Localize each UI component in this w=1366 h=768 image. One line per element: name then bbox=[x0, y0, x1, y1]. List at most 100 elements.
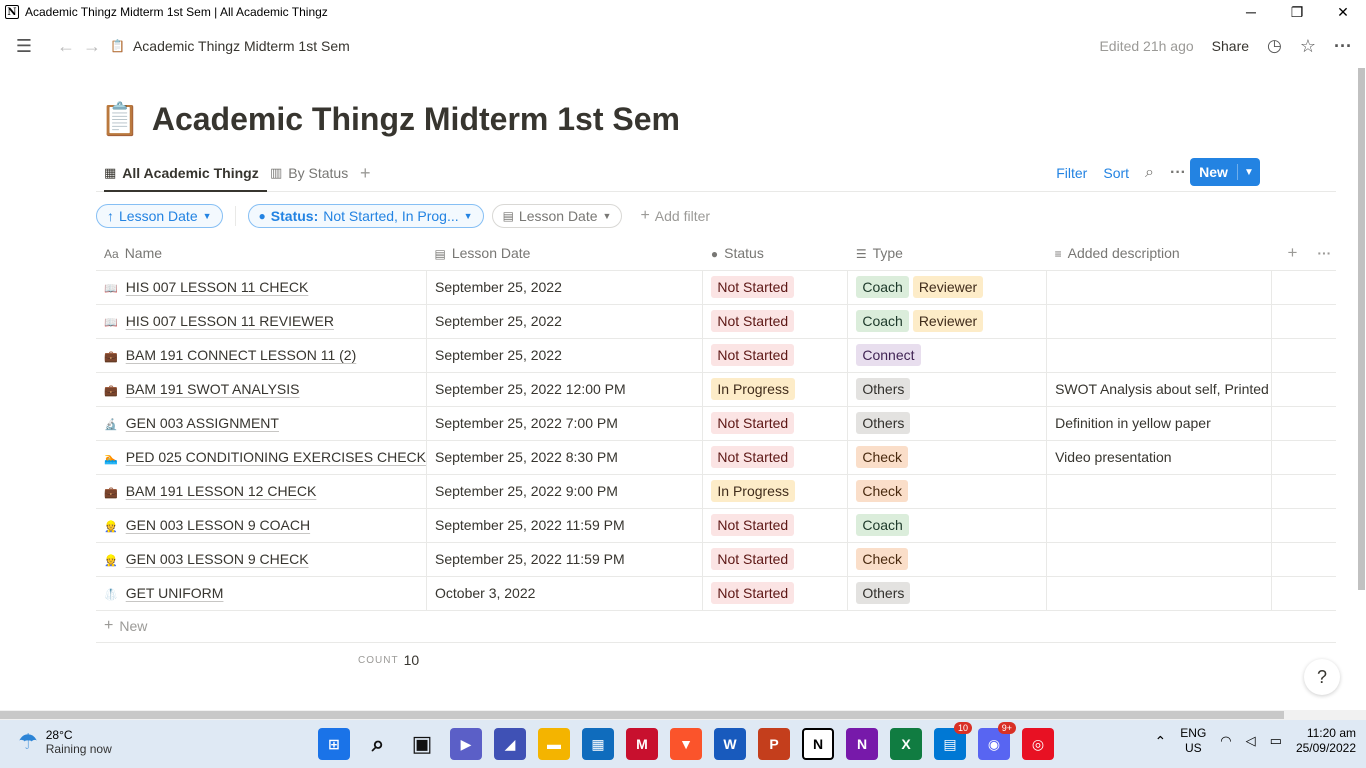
row-name[interactable]: GEN 003 LESSON 9 CHECK bbox=[126, 551, 309, 567]
table-row[interactable]: 💼 BAM 191 SWOT ANALYSIS September 25, 2022… bbox=[96, 372, 1336, 407]
search-icon[interactable]: ⌕ bbox=[1145, 164, 1154, 182]
cell-status[interactable]: Not Started bbox=[702, 576, 849, 611]
recorder-icon[interactable]: ◎ bbox=[1022, 728, 1054, 760]
cell-lesson-date[interactable]: September 25, 2022 bbox=[426, 304, 704, 339]
cell-name[interactable]: 📖 HIS 007 LESSON 11 CHECK bbox=[96, 270, 427, 305]
row-name[interactable]: PED 025 CONDITIONING EXERCISES CHECK bbox=[126, 449, 426, 465]
cell-added-description[interactable] bbox=[1046, 576, 1273, 611]
cell-name[interactable]: 💼 BAM 191 SWOT ANALYSIS bbox=[96, 372, 427, 407]
maximize-button[interactable]: ❐ bbox=[1274, 0, 1320, 24]
status-filter-pill[interactable]: ● Status: Not Started, In Prog... ▼ bbox=[247, 204, 484, 228]
messaging-icon[interactable]: ▤ 10 bbox=[934, 722, 972, 760]
row-name[interactable]: GEN 003 ASSIGNMENT bbox=[126, 415, 279, 431]
cell-type[interactable]: Check bbox=[847, 542, 1048, 577]
cell-lesson-date[interactable]: September 25, 2022 11:59 PM bbox=[426, 508, 704, 543]
cell-type[interactable]: Connect bbox=[847, 338, 1048, 373]
cell-added-description[interactable]: Video presentation bbox=[1046, 440, 1273, 475]
table-row[interactable]: 💼 BAM 191 CONNECT LESSON 11 (2) September … bbox=[96, 338, 1336, 373]
cell-type[interactable]: Coach Reviewer bbox=[847, 304, 1048, 339]
vscode-icon[interactable]: ◢ bbox=[494, 728, 526, 760]
close-button[interactable]: ✕ bbox=[1320, 0, 1366, 24]
cell-added-description[interactable] bbox=[1046, 304, 1273, 339]
row-name[interactable]: HIS 007 LESSON 11 CHECK bbox=[126, 279, 309, 295]
cell-lesson-date[interactable]: September 25, 2022 9:00 PM bbox=[426, 474, 704, 509]
mcafee-icon[interactable]: M bbox=[626, 728, 658, 760]
cell-status[interactable]: Not Started bbox=[702, 508, 849, 543]
cell-status[interactable]: In Progress bbox=[702, 372, 849, 407]
help-button[interactable]: ? bbox=[1304, 659, 1340, 695]
sort-pill[interactable]: ↑ Lesson Date ▼ bbox=[96, 204, 223, 228]
chat-icon[interactable]: ▶ bbox=[450, 728, 482, 760]
view-more-icon[interactable]: ··· bbox=[1170, 164, 1186, 182]
column-more-icon[interactable]: ··· bbox=[1317, 245, 1331, 261]
add-view-button[interactable]: + bbox=[360, 156, 371, 190]
vertical-scrollbar-thumb[interactable] bbox=[1358, 68, 1365, 590]
filter-button[interactable]: Filter bbox=[1056, 165, 1087, 181]
cell-type[interactable]: Check bbox=[847, 440, 1048, 475]
table-row[interactable]: 🔬 GEN 003 ASSIGNMENT September 25, 2022 7:… bbox=[96, 406, 1336, 441]
add-property-icon[interactable]: + bbox=[1288, 243, 1298, 262]
onenote-icon[interactable]: N bbox=[846, 728, 878, 760]
cell-name[interactable]: 💼 BAM 191 LESSON 12 CHECK bbox=[96, 474, 427, 509]
notion-icon[interactable]: N bbox=[802, 728, 834, 760]
sidebar-menu-icon[interactable]: ☰ bbox=[12, 36, 36, 57]
word-icon[interactable]: W bbox=[714, 728, 746, 760]
cell-added-description[interactable]: SWOT Analysis about self, Printed bbox=[1046, 372, 1273, 407]
table-row[interactable]: 👷 GEN 003 LESSON 9 COACH September 25, 202… bbox=[96, 508, 1336, 543]
row-name[interactable]: BAM 191 CONNECT LESSON 11 (2) bbox=[126, 347, 357, 363]
cell-name[interactable]: 📖 HIS 007 LESSON 11 REVIEWER bbox=[96, 304, 427, 339]
cell-name[interactable]: 🥼 GET UNIFORM bbox=[96, 576, 427, 611]
windows-start-icon[interactable]: ⊞ bbox=[318, 728, 350, 760]
cell-type[interactable]: Check bbox=[847, 474, 1048, 509]
cell-status[interactable]: Not Started bbox=[702, 542, 849, 577]
cell-type[interactable]: Others bbox=[847, 576, 1048, 611]
horizontal-scrollbar-thumb[interactable] bbox=[0, 711, 1284, 719]
column-header-added-description[interactable]: ≡ Added description bbox=[1046, 236, 1272, 271]
cell-name[interactable]: 🏊 PED 025 CONDITIONING EXERCISES CHECK bbox=[96, 440, 427, 475]
cell-added-description[interactable] bbox=[1046, 474, 1273, 509]
sort-button[interactable]: Sort bbox=[1103, 165, 1129, 181]
cell-lesson-date[interactable]: September 25, 2022 8:30 PM bbox=[426, 440, 704, 475]
language-indicator[interactable]: ENG US bbox=[1180, 726, 1206, 756]
store-icon[interactable]: ▦ bbox=[582, 728, 614, 760]
more-options-icon[interactable]: ··· bbox=[1334, 36, 1352, 57]
row-name[interactable]: GET UNIFORM bbox=[126, 585, 224, 601]
cell-added-description[interactable] bbox=[1046, 542, 1273, 577]
back-arrow-icon[interactable]: ← bbox=[54, 36, 78, 57]
table-row[interactable]: 👷 GEN 003 LESSON 9 CHECK September 25, 202… bbox=[96, 542, 1336, 577]
add-filter-button[interactable]: + Add filter bbox=[630, 204, 720, 228]
cell-added-description[interactable] bbox=[1046, 338, 1273, 373]
tab-by-status[interactable]: ▥ By Status bbox=[270, 156, 348, 190]
volume-icon[interactable]: ◁ bbox=[1246, 733, 1256, 749]
tab-all-academic-thingz[interactable]: ▦ All Academic Thingz bbox=[104, 156, 267, 192]
discord-icon[interactable]: ◉ 9+ bbox=[978, 722, 1016, 760]
page-title-text[interactable]: Academic Thingz Midterm 1st Sem bbox=[152, 101, 680, 138]
breadcrumb[interactable]: Academic Thingz Midterm 1st Sem bbox=[133, 38, 350, 54]
search-icon[interactable]: ⌕ bbox=[362, 728, 394, 760]
weather-widget[interactable]: ☂ 28°C Raining now bbox=[18, 728, 112, 756]
history-clock-icon[interactable]: ◷ bbox=[1267, 36, 1282, 56]
cell-lesson-date[interactable]: October 3, 2022 bbox=[426, 576, 704, 611]
brave-icon[interactable]: ▼ bbox=[670, 728, 702, 760]
cell-name[interactable]: 👷 GEN 003 LESSON 9 CHECK bbox=[96, 542, 427, 577]
row-name[interactable]: BAM 191 SWOT ANALYSIS bbox=[126, 381, 300, 397]
share-button[interactable]: Share bbox=[1212, 38, 1249, 54]
cell-added-description[interactable]: Definition in yellow paper bbox=[1046, 406, 1273, 441]
battery-icon[interactable]: ▭ bbox=[1270, 733, 1282, 749]
page-title[interactable]: 📋 Academic Thingz Midterm 1st Sem bbox=[100, 100, 680, 138]
cell-lesson-date[interactable]: September 25, 2022 12:00 PM bbox=[426, 372, 704, 407]
table-row[interactable]: 📖 HIS 007 LESSON 11 CHECK September 25, 20… bbox=[96, 270, 1336, 305]
cell-lesson-date[interactable]: September 25, 2022 bbox=[426, 338, 704, 373]
cell-name[interactable]: 👷 GEN 003 LESSON 9 COACH bbox=[96, 508, 427, 543]
table-row[interactable]: 🏊 PED 025 CONDITIONING EXERCISES CHECK Sep… bbox=[96, 440, 1336, 475]
cell-name[interactable]: 🔬 GEN 003 ASSIGNMENT bbox=[96, 406, 427, 441]
forward-arrow-icon[interactable]: → bbox=[80, 36, 104, 57]
page-clipboard-icon[interactable]: 📋 bbox=[100, 100, 140, 138]
wifi-icon[interactable]: ◠ bbox=[1220, 733, 1231, 749]
column-header-type[interactable]: ☰ Type bbox=[847, 236, 1047, 271]
new-button[interactable]: New ▼ bbox=[1190, 158, 1260, 186]
cell-lesson-date[interactable]: September 25, 2022 11:59 PM bbox=[426, 542, 704, 577]
cell-type[interactable]: Coach bbox=[847, 508, 1048, 543]
cell-type[interactable]: Coach Reviewer bbox=[847, 270, 1048, 305]
table-row[interactable]: 🥼 GET UNIFORM October 3, 2022 Not Started Ot… bbox=[96, 576, 1336, 611]
